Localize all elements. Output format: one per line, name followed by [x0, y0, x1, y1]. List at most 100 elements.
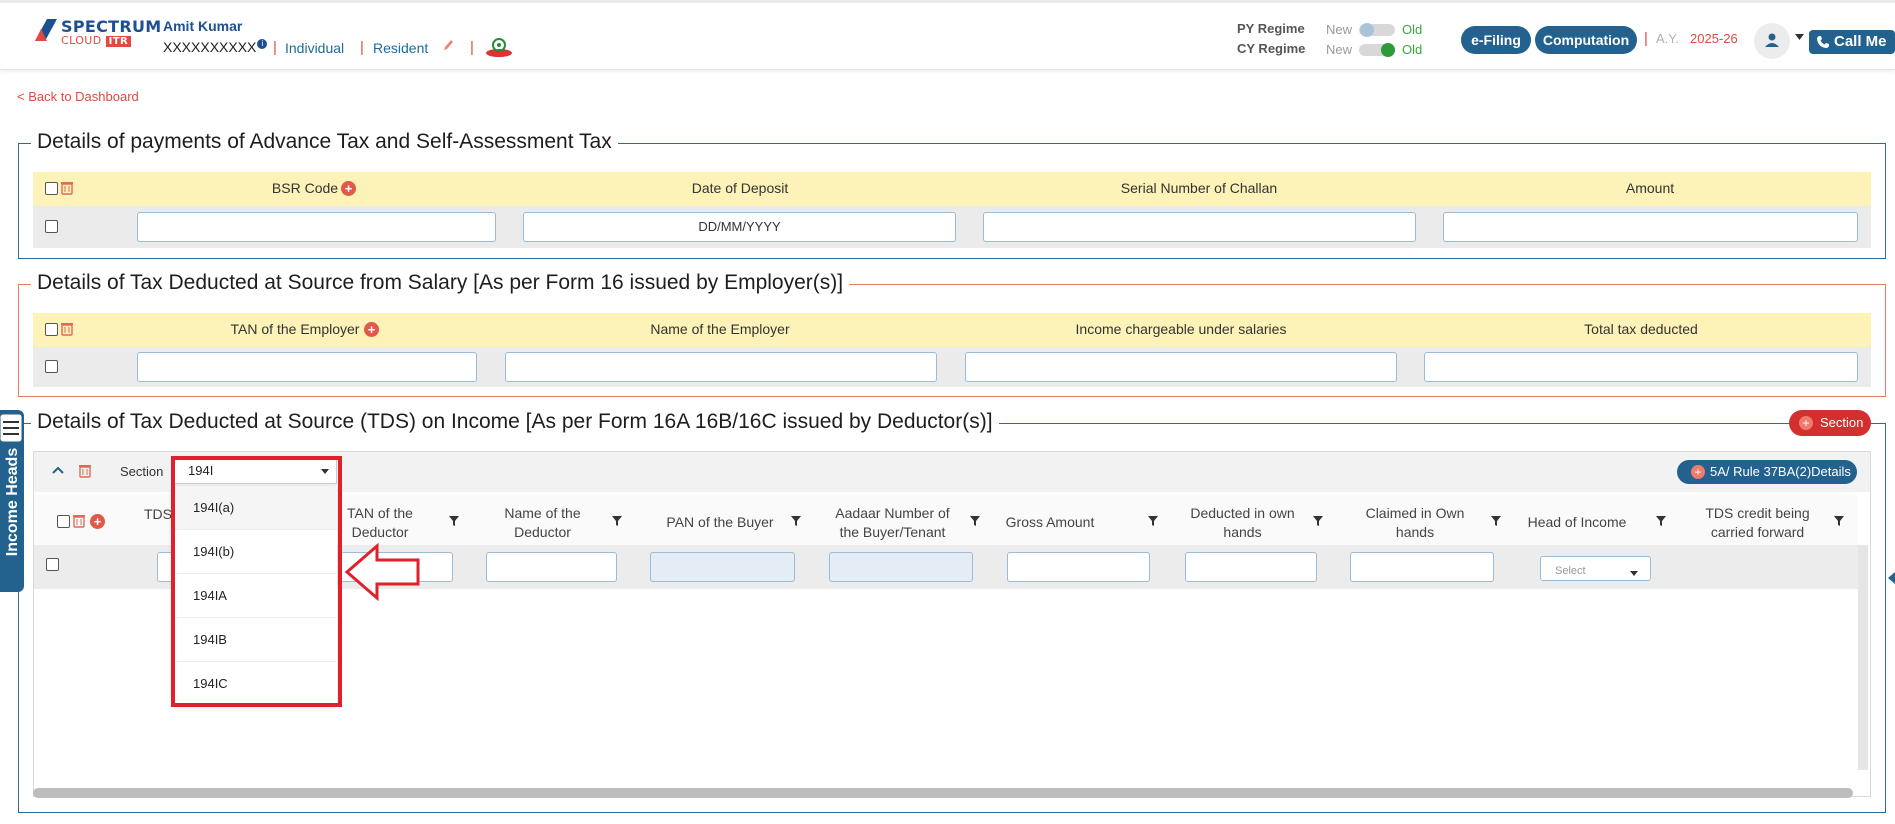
- col-tds-credit-forward: TDS credit being carried forward: [1705, 505, 1810, 540]
- add-section-button[interactable]: + Section: [1789, 410, 1871, 436]
- claimed-own-hands-input[interactable]: [1350, 552, 1494, 582]
- select-all-checkbox[interactable]: [45, 323, 58, 336]
- deducted-own-hands-input[interactable]: [1185, 552, 1317, 582]
- cy-regime-toggle[interactable]: [1359, 43, 1395, 57]
- filter-icon[interactable]: [791, 516, 801, 526]
- chevron-down-icon: [321, 469, 329, 474]
- user-name: Amit Kumar: [163, 18, 243, 34]
- row-checkbox[interactable]: [45, 360, 58, 373]
- toggle-knob: [1381, 43, 1395, 57]
- income-salaries-input[interactable]: [965, 352, 1397, 382]
- horizontal-scrollbar[interactable]: [33, 788, 1853, 798]
- call-me-label: Call Me: [1834, 33, 1887, 50]
- filter-icon[interactable]: [1656, 516, 1666, 526]
- filter-icon[interactable]: [1313, 516, 1323, 526]
- col-aadhaar-buyer: Aadaar Number of the Buyer/Tenant: [835, 505, 950, 540]
- amount-input[interactable]: [1443, 212, 1858, 242]
- ay-label: A.Y.: [1656, 31, 1679, 46]
- chevron-down-icon: [1630, 571, 1638, 576]
- add-row-plus-icon[interactable]: +: [90, 514, 105, 529]
- py-old-label: Old: [1402, 22, 1423, 37]
- gross-amount-input[interactable]: [1007, 552, 1150, 582]
- date-of-deposit-input[interactable]: DD/MM/YYYY: [523, 212, 956, 242]
- section-label: Section: [120, 464, 164, 479]
- chevron-up-icon[interactable]: [52, 466, 64, 474]
- py-regime-toggle[interactable]: [1359, 23, 1395, 37]
- top-header: SPECTRUM CLOUD ITR Amit Kumar XXXXXXXXXX i…: [0, 0, 1895, 70]
- add-row-plus-icon[interactable]: +: [341, 181, 356, 196]
- separator: |: [470, 39, 474, 56]
- employer-name-input[interactable]: [505, 352, 937, 382]
- col-claimed-own-hands: Claimed in Own hands: [1365, 505, 1465, 540]
- residency-link[interactable]: Resident: [373, 40, 428, 56]
- col-employer-name: Name of the Employer: [650, 321, 790, 337]
- chevron-left-icon[interactable]: [1888, 572, 1895, 584]
- bsr-code-input[interactable]: [137, 212, 496, 242]
- rule-37ba-details-button[interactable]: + 5A/ Rule 37BA(2)Details: [1677, 460, 1857, 484]
- vertical-scrollbar[interactable]: [1858, 545, 1868, 770]
- section-search-input[interactable]: 194I: [173, 458, 337, 484]
- col-amount: Amount: [1625, 180, 1675, 196]
- cy-regime-label: CY Regime: [1237, 41, 1306, 56]
- col-gross-amount: Gross Amount: [1005, 514, 1095, 530]
- filter-icon[interactable]: [1834, 516, 1844, 526]
- chevron-down-icon[interactable]: [1795, 34, 1804, 40]
- dropdown-option-194ib[interactable]: 194IB: [173, 618, 337, 662]
- py-new-label: New: [1326, 22, 1353, 37]
- filter-icon[interactable]: [970, 516, 980, 526]
- taxpayer-status-link[interactable]: Individual: [285, 40, 344, 56]
- back-to-dashboard-link[interactable]: < Back to Dashboard: [17, 89, 139, 104]
- col-date-of-deposit: Date of Deposit: [691, 180, 789, 196]
- emblem-icon: [486, 38, 512, 57]
- filter-icon[interactable]: [1148, 516, 1158, 526]
- user-pan: XXXXXXXXXX i: [163, 39, 268, 55]
- logo-badge: ITR: [105, 36, 132, 47]
- user-icon: [1765, 33, 1779, 47]
- pencil-icon[interactable]: [442, 38, 454, 52]
- cy-old-label: Old: [1402, 42, 1423, 57]
- efiling-button[interactable]: e-Filing: [1461, 26, 1531, 54]
- computation-button[interactable]: Computation: [1535, 26, 1637, 54]
- toggle-knob: [1360, 23, 1374, 37]
- col-head-of-income: Head of Income: [1527, 514, 1627, 530]
- section-dropdown-menu: 194I(a) 194I(b) 194IA 194IB 194IC: [173, 486, 337, 705]
- info-icon[interactable]: i: [257, 39, 268, 49]
- rule-button-label: 5A/ Rule 37BA(2)Details: [1710, 464, 1851, 479]
- total-tax-deducted-input[interactable]: [1424, 352, 1858, 382]
- filter-icon[interactable]: [1491, 516, 1501, 526]
- select-placeholder: Select: [1555, 565, 1586, 577]
- call-me-button[interactable]: Call Me: [1809, 30, 1895, 54]
- col-bsr-code: BSR Code: [271, 180, 339, 196]
- user-avatar[interactable]: [1754, 23, 1790, 59]
- select-all-checkbox[interactable]: [45, 182, 58, 195]
- aadhaar-buyer-input[interactable]: [829, 552, 973, 582]
- trash-icon[interactable]: [61, 322, 73, 336]
- deductor-name-input[interactable]: [486, 552, 617, 582]
- trash-icon[interactable]: [61, 181, 73, 195]
- col-deducted-own-hands: Deducted in own hands: [1190, 505, 1295, 540]
- col-tan-employer: TAN of the Employer: [230, 321, 360, 337]
- row-checkbox[interactable]: [45, 220, 58, 233]
- dropdown-option-194i-a[interactable]: 194I(a): [173, 486, 337, 530]
- serial-challan-input[interactable]: [983, 212, 1416, 242]
- head-of-income-select[interactable]: Select: [1540, 556, 1651, 581]
- add-row-plus-icon[interactable]: +: [364, 322, 379, 337]
- tan-employer-input[interactable]: [137, 352, 477, 382]
- filter-icon[interactable]: [449, 516, 459, 526]
- separator: |: [360, 39, 364, 56]
- trash-icon[interactable]: [73, 514, 85, 528]
- ay-value[interactable]: 2025-26: [1690, 31, 1738, 46]
- dropdown-option-194ia[interactable]: 194IA: [173, 574, 337, 618]
- tds-salary-title: Details of Tax Deducted at Source from S…: [31, 271, 850, 295]
- select-all-checkbox[interactable]: [57, 515, 70, 528]
- logo-subtitle: CLOUD ITR: [61, 34, 132, 47]
- dropdown-option-194ic[interactable]: 194IC: [173, 662, 337, 706]
- row-checkbox[interactable]: [46, 558, 59, 571]
- income-heads-label: Income Heads: [4, 447, 21, 557]
- pan-buyer-input[interactable]: [650, 552, 795, 582]
- dropdown-option-194i-b[interactable]: 194I(b): [173, 530, 337, 574]
- filter-icon[interactable]: [612, 516, 622, 526]
- col-deductor-name: Name of the Deductor: [504, 505, 581, 540]
- arrow-left-icon: [345, 542, 420, 602]
- trash-icon[interactable]: [79, 464, 91, 478]
